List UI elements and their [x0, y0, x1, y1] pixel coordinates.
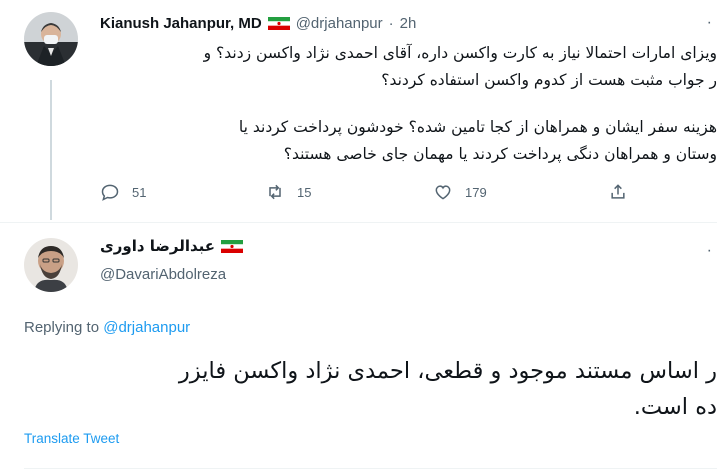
author-name[interactable]: عبدالرضا داوری: [100, 237, 215, 255]
bottom-divider: [24, 468, 717, 469]
tweet-text-line: هزینه سفر ایشان و همراهان از کجا تامین ش…: [238, 118, 717, 136]
author-name-row: عبدالرضا داوری: [100, 237, 249, 255]
avatar[interactable]: [24, 12, 78, 66]
replying-to: Replying to @drjahanpur: [24, 319, 190, 336]
tweet-text-line: ده است.: [633, 394, 717, 420]
tweet-text-line: وستان و همراهان دنگی پرداخت کردند یا مهم…: [283, 145, 717, 163]
iran-flag-icon: [267, 17, 290, 30]
share-icon: [611, 184, 625, 199]
share-button[interactable]: [608, 182, 628, 202]
reply-icon: [101, 184, 119, 201]
retweet-button[interactable]: 15: [265, 182, 311, 202]
more-options-icon[interactable]: ·: [707, 242, 713, 260]
tweet-text-line: ر اساس مستند موجود و قطعی، احمدی نژاد وا…: [178, 358, 717, 384]
replying-to-link[interactable]: @drjahanpur: [103, 319, 190, 336]
reply-count: 51: [132, 184, 147, 200]
author-handle[interactable]: @DavariAbdolreza: [100, 266, 226, 283]
retweet-count: 15: [297, 184, 312, 200]
tweet-header: Kianush Jahanpur, MD @drjahanpur · 2h: [100, 15, 416, 32]
retweet-icon: [269, 184, 281, 200]
avatar[interactable]: [24, 238, 78, 292]
thread-connector-line: [50, 80, 52, 220]
tweet-timestamp[interactable]: 2h: [400, 15, 417, 32]
like-count: 179: [465, 184, 487, 200]
like-button[interactable]: 179: [433, 182, 487, 202]
author-handle[interactable]: @drjahanpur: [296, 15, 383, 32]
tweet-text-line: ویزای امارات احتمالا نیاز به کارت واکسن …: [203, 44, 717, 62]
tweet-actions: 51 15 179: [100, 182, 640, 204]
heart-icon: [435, 185, 451, 200]
author-name[interactable]: Kianush Jahanpur, MD: [100, 15, 262, 32]
more-options-icon[interactable]: ·: [707, 14, 713, 32]
reply-button[interactable]: 51: [100, 182, 146, 202]
replying-prefix: Replying to: [24, 319, 100, 336]
tweet-divider: [0, 222, 717, 223]
tweet-text-line: ر جواب مثبت هست از کدوم واکسن استفاده کر…: [381, 71, 717, 89]
translate-tweet-link[interactable]: Translate Tweet: [24, 431, 119, 446]
iran-flag-icon: [221, 239, 244, 253]
separator-dot: ·: [388, 15, 394, 32]
